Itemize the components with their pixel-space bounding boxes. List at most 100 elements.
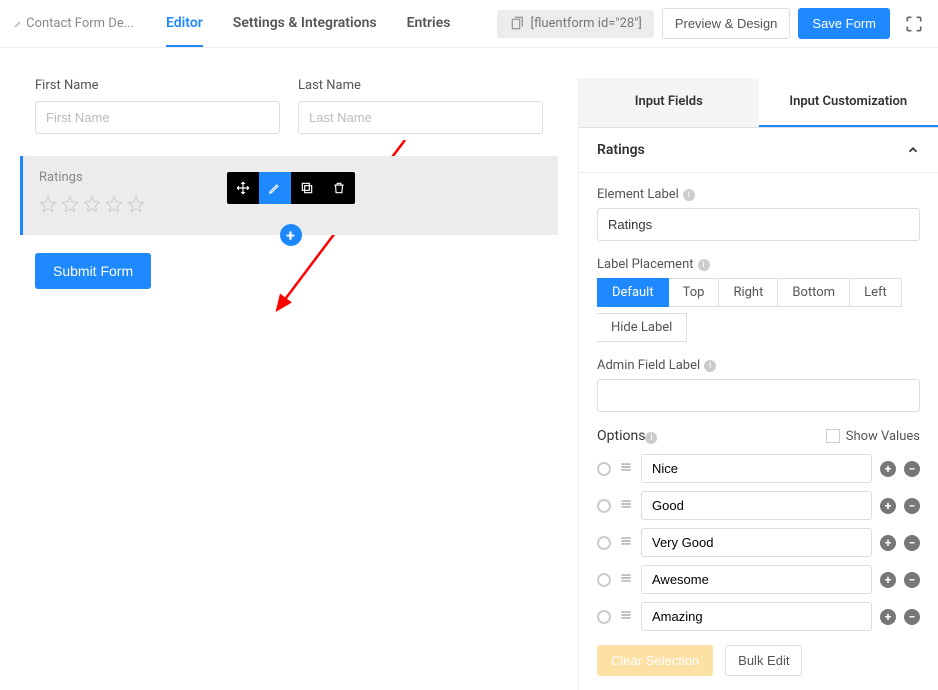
customization-sidebar: Input Fields Input Customization Ratings… [578, 78, 938, 690]
last-name-label: Last Name [298, 78, 543, 93]
submit-form-button[interactable]: Submit Form [35, 253, 151, 289]
tab-editor[interactable]: Editor [166, 1, 203, 47]
drag-icon [619, 608, 633, 622]
clear-selection-button[interactable]: Clear Selection [597, 645, 713, 676]
add-field-button[interactable]: + [280, 224, 302, 246]
option-value-input[interactable] [641, 528, 872, 557]
info-icon[interactable]: i [645, 432, 657, 444]
checkbox-icon [826, 429, 840, 443]
remove-option-button[interactable]: − [904, 609, 920, 625]
option-drag-handle[interactable] [619, 460, 633, 478]
admin-field-label-group: Admin Field Label i [597, 358, 920, 412]
star-icon [39, 195, 57, 213]
option-row: +− [597, 454, 920, 483]
pencil-icon [14, 16, 22, 32]
add-option-button[interactable]: + [880, 572, 896, 588]
option-value-input[interactable] [641, 454, 872, 483]
drag-icon [619, 534, 633, 548]
star-icon [105, 195, 123, 213]
element-label-input[interactable] [597, 208, 920, 241]
copy-icon [300, 181, 314, 195]
add-option-button[interactable]: + [880, 498, 896, 514]
info-icon[interactable]: i [698, 259, 710, 271]
preview-design-button[interactable]: Preview & Design [662, 8, 791, 39]
copy-icon [509, 16, 525, 32]
add-option-button[interactable]: + [880, 609, 896, 625]
star-icon [61, 195, 79, 213]
form-canvas: First Name Last Name Ratings [0, 78, 578, 690]
label-placement-label: Label Placement [597, 257, 694, 272]
option-radio[interactable] [597, 573, 611, 587]
info-icon[interactable]: i [704, 360, 716, 372]
option-row: +− [597, 602, 920, 631]
element-label-label: Element Label [597, 187, 679, 202]
delete-field-button[interactable] [323, 172, 355, 204]
option-radio[interactable] [597, 499, 611, 513]
drag-icon [619, 497, 633, 511]
shortcode-display[interactable]: [fluentform id="28"] [497, 10, 654, 38]
move-icon [236, 181, 250, 195]
option-value-input[interactable] [641, 565, 872, 594]
option-value-input[interactable] [641, 602, 872, 631]
admin-field-label-input[interactable] [597, 379, 920, 412]
option-drag-handle[interactable] [619, 497, 633, 515]
last-name-field: Last Name [298, 78, 543, 134]
bulk-edit-button[interactable]: Bulk Edit [725, 645, 802, 676]
tab-settings[interactable]: Settings & Integrations [233, 1, 377, 47]
move-field-button[interactable] [227, 172, 259, 204]
panel-header[interactable]: Ratings [579, 128, 938, 173]
tab-input-customization[interactable]: Input Customization [759, 78, 938, 127]
last-name-input[interactable] [298, 101, 543, 134]
option-drag-handle[interactable] [619, 534, 633, 552]
add-option-button[interactable]: + [880, 461, 896, 477]
option-value-input[interactable] [641, 491, 872, 520]
option-drag-handle[interactable] [619, 608, 633, 626]
option-radio[interactable] [597, 536, 611, 550]
placement-default-button[interactable]: Default [597, 278, 669, 307]
option-row: +− [597, 565, 920, 594]
fullscreen-icon[interactable] [904, 14, 924, 34]
option-radio[interactable] [597, 610, 611, 624]
duplicate-field-button[interactable] [291, 172, 323, 204]
placement-left-button[interactable]: Left [850, 278, 902, 307]
placement-bottom-button[interactable]: Bottom [778, 278, 850, 307]
label-placement-group: Label Placement i DefaultTopRightBottomLe… [597, 257, 920, 342]
drag-icon [619, 460, 633, 474]
options-label: Options [597, 428, 645, 444]
tab-input-fields[interactable]: Input Fields [579, 78, 759, 127]
ratings-field-selected[interactable]: Ratings + [20, 156, 558, 235]
panel-title: Ratings [597, 142, 645, 158]
main-tabs: Editor Settings & Integrations Entries [166, 1, 450, 47]
option-row: +− [597, 491, 920, 520]
first-name-field: First Name [35, 78, 280, 134]
remove-option-button[interactable]: − [904, 498, 920, 514]
field-edit-toolbar [227, 172, 355, 204]
chevron-up-icon [906, 143, 920, 157]
remove-option-button[interactable]: − [904, 572, 920, 588]
option-radio[interactable] [597, 462, 611, 476]
save-form-button[interactable]: Save Form [798, 8, 890, 39]
element-label-group: Element Label i [597, 187, 920, 241]
option-drag-handle[interactable] [619, 571, 633, 589]
star-icon [83, 195, 101, 213]
form-title[interactable]: Contact Form De... [14, 16, 134, 32]
info-icon[interactable]: i [683, 189, 695, 201]
pencil-icon [268, 181, 282, 195]
first-name-input[interactable] [35, 101, 280, 134]
drag-icon [619, 571, 633, 585]
option-row: +− [597, 528, 920, 557]
trash-icon [332, 181, 346, 195]
top-bar: Contact Form De... Editor Settings & Int… [0, 0, 938, 48]
show-values-toggle[interactable]: Show Values [826, 429, 920, 444]
first-name-label: First Name [35, 78, 280, 93]
add-option-button[interactable]: + [880, 535, 896, 551]
remove-option-button[interactable]: − [904, 461, 920, 477]
placement-top-button[interactable]: Top [669, 278, 720, 307]
tab-entries[interactable]: Entries [407, 1, 451, 47]
edit-field-button[interactable] [259, 172, 291, 204]
remove-option-button[interactable]: − [904, 535, 920, 551]
admin-field-label-label: Admin Field Label [597, 358, 700, 373]
star-icon [127, 195, 145, 213]
placement-right-button[interactable]: Right [719, 278, 778, 307]
placement-hide-label-button[interactable]: Hide Label [597, 313, 687, 342]
